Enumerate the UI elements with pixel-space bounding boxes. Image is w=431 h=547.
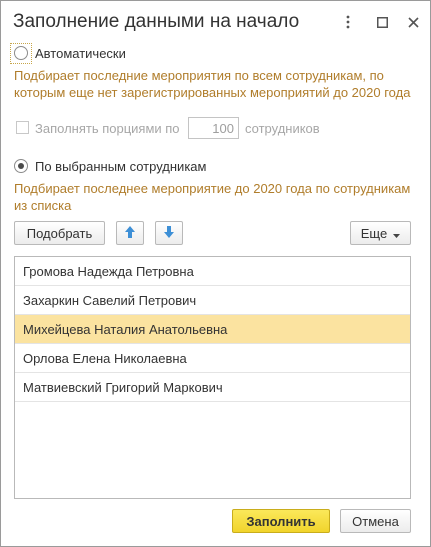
cancel-button-label: Отмена	[352, 513, 399, 529]
list-item[interactable]: Орлова Елена Николаевна	[15, 344, 410, 373]
list-item[interactable]: Матвиевский Григорий Маркович	[15, 373, 410, 402]
list-item[interactable]: Громова Надежда Петровна	[15, 257, 410, 286]
more-actions-label: Еще	[360, 225, 388, 241]
cancel-button[interactable]: Отмена	[340, 509, 411, 533]
radio-selected-employees[interactable]	[14, 159, 28, 173]
radio-auto[interactable]	[14, 46, 28, 60]
dialog-window: Заполнение данными на начало Автоматичес…	[0, 0, 431, 547]
employees-list[interactable]: Громова Надежда Петровна Захаркин Савели…	[14, 256, 411, 499]
portions-suffix: сотрудников	[245, 121, 320, 136]
portions-label: Заполнять порциями по	[35, 121, 180, 136]
arrow-up-icon	[124, 225, 136, 242]
fill-button-label: Заполнить	[246, 513, 316, 529]
radio-auto-label[interactable]: Автоматически	[35, 46, 126, 61]
auto-hint: Подбирает последние мероприятия по всем …	[14, 68, 411, 100]
maximize-icon[interactable]	[371, 10, 393, 34]
fill-button[interactable]: Заполнить	[232, 509, 330, 533]
dialog-title: Заполнение данными на начало	[13, 11, 300, 32]
selected-employees-hint: Подбирает последнее мероприятие до 2020 …	[14, 181, 411, 213]
move-down-button[interactable]	[155, 221, 183, 245]
more-actions-button[interactable]: Еще	[350, 221, 411, 245]
chevron-down-icon	[393, 226, 401, 241]
portions-size-input[interactable]: 100	[188, 117, 239, 139]
list-item[interactable]: Захаркин Савелий Петрович	[15, 286, 410, 315]
pick-button[interactable]: Подобрать	[14, 221, 105, 245]
portions-checkbox[interactable]	[16, 121, 29, 134]
more-vertical-icon[interactable]	[337, 10, 359, 34]
pick-button-label: Подобрать	[26, 225, 93, 241]
arrow-down-icon	[163, 225, 175, 242]
close-icon[interactable]	[402, 10, 424, 34]
radio-selected-employees-label[interactable]: По выбранным сотрудникам	[35, 159, 206, 174]
list-item-selected[interactable]: Михейцева Наталия Анатольевна	[15, 315, 410, 344]
move-up-button[interactable]	[116, 221, 144, 245]
